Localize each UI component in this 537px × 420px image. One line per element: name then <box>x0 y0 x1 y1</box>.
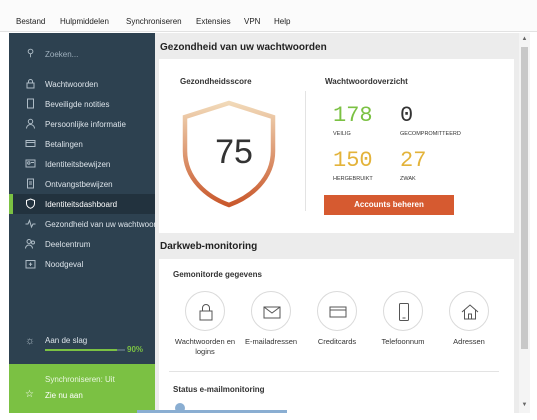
id-card-icon <box>25 158 36 169</box>
scroll-down-icon[interactable]: ▼ <box>519 402 530 408</box>
monitor-passwords[interactable] <box>185 291 225 331</box>
stat-safe-label: Veilig <box>333 131 351 137</box>
credit-card-icon <box>329 306 347 318</box>
progress-fill <box>45 349 117 351</box>
scroll-up-icon[interactable]: ▲ <box>519 36 530 42</box>
search-icon: ⚲ <box>26 48 35 59</box>
sidebar-item-label: Deelcentrum <box>45 240 91 249</box>
star-icon: ☆ <box>25 389 34 400</box>
sidebar-item-deelcentrum[interactable]: Deelcentrum <box>9 234 155 254</box>
monitor-passwords-label: Wachtwoorden en logins <box>174 337 236 356</box>
stat-compromised-label: Gecompromitteerd <box>400 131 461 137</box>
main-content: Gezondheid van uw wachtwoorden Gezondhei… <box>155 33 519 413</box>
share-icon <box>25 238 36 249</box>
sidebar-item-label: Beveiligde notities <box>45 100 110 109</box>
sidebar-item-label: Ontvangstbewijzen <box>45 180 113 189</box>
sidebar-item-persoonlijke-informatie[interactable]: Persoonlijke informatie <box>9 114 155 134</box>
menu-help[interactable]: Help <box>274 17 290 26</box>
sidebar-item-identiteitsbewijzen[interactable]: Identiteitsbewijzen <box>9 154 155 174</box>
getting-started-progress <box>45 349 125 351</box>
darkweb-divider <box>169 371 499 372</box>
stat-weak-value: 27 <box>400 148 427 173</box>
health-section-title: Gezondheid van uw wachtwoorden <box>160 42 327 53</box>
horizontal-scroll-indicator[interactable] <box>137 410 287 413</box>
sync-later-link[interactable]: Zie nu aan <box>45 391 83 400</box>
sidebar-item-label: Wachtwoorden <box>45 80 99 89</box>
monitor-emails[interactable] <box>251 291 291 331</box>
note-icon <box>25 98 36 109</box>
sidebar-item-label: Persoonlijke informatie <box>45 120 126 129</box>
sidebar-item-label: Betalingen <box>45 140 83 149</box>
receipt-icon <box>25 178 36 189</box>
health-score: 75 <box>215 133 253 171</box>
sidebar-item-wachtwoorden[interactable]: Wachtwoorden <box>9 74 155 94</box>
monitor-creditcards[interactable] <box>317 291 357 331</box>
sync-status[interactable]: Synchroniseren: Uit <box>45 375 115 384</box>
stat-safe-value: 178 <box>333 103 373 128</box>
scroll-thumb[interactable] <box>521 47 528 349</box>
monitored-title: Gemonitorde gegevens <box>173 270 262 279</box>
sidebar-item-label: Noodgeval <box>45 260 84 269</box>
stat-weak-label: Zwak <box>400 176 416 182</box>
score-title: Gezondheidsscore <box>180 77 252 86</box>
sidebar: ⚲ Zoeken... Wachtwoorden Beveiligde noti… <box>9 33 161 413</box>
health-card: Gezondheidsscore 75 Wachtwoordoverzicht … <box>159 59 514 233</box>
card-icon <box>25 138 36 149</box>
email-status-title: Status e-mailmonitoring <box>173 385 265 394</box>
stat-compromised-value: 0 <box>400 103 414 128</box>
stat-reused-value: 150 <box>333 148 373 173</box>
padlock-icon <box>199 304 213 321</box>
lightbulb-icon: ☼ <box>25 335 36 347</box>
phone-icon <box>399 303 409 321</box>
sidebar-item-label: Identiteitsdashboard <box>45 200 118 209</box>
menu-bestand[interactable]: Bestand <box>16 17 45 26</box>
sidebar-item-label: Gezondheid van uw wachtwoord <box>45 220 161 229</box>
envelope-icon <box>263 306 281 319</box>
search-field[interactable]: ⚲ Zoeken... <box>9 44 155 64</box>
menu-hulpmiddelen[interactable]: Hulpmiddelen <box>60 17 109 26</box>
person-icon <box>25 118 36 129</box>
getting-started-percent: 90% <box>127 345 144 354</box>
house-icon <box>461 304 479 320</box>
sidebar-item-label: Identiteitsbewijzen <box>45 160 111 169</box>
monitor-emails-label: E-mailadressen <box>244 337 298 346</box>
getting-started-label[interactable]: Aan de slag <box>45 336 87 345</box>
monitor-addresses-label: Adressen <box>453 337 485 346</box>
sidebar-item-identiteitsdashboard[interactable]: Identiteitsdashboard <box>9 194 155 214</box>
card-divider <box>305 91 306 211</box>
menu-bar: Bestand Hulpmiddelen Synchroniseren Exte… <box>0 0 537 32</box>
monitor-creditcards-label: Creditcards <box>317 337 357 346</box>
pulse-icon <box>25 218 36 229</box>
search-placeholder: Zoeken... <box>45 50 79 59</box>
sidebar-item-ontvangstbewijzen[interactable]: Ontvangstbewijzen <box>9 174 155 194</box>
darkweb-section-title: Darkweb-monitoring <box>160 241 258 252</box>
monitor-phone-label: Telefoonnum <box>381 337 425 346</box>
sidebar-item-noodgeval[interactable]: Noodgeval <box>9 254 155 274</box>
menu-synchroniseren[interactable]: Synchroniseren <box>126 17 182 26</box>
menu-extensies[interactable]: Extensies <box>196 17 231 26</box>
sidebar-item-gezondheid[interactable]: Gezondheid van uw wachtwoord <box>9 214 161 234</box>
stat-reused-label: Hergebruikt <box>333 176 373 182</box>
manage-accounts-button[interactable]: Accounts beheren <box>324 195 454 215</box>
menu-vpn[interactable]: VPN <box>244 17 260 26</box>
lock-icon <box>25 78 36 89</box>
monitor-phone[interactable] <box>383 291 423 331</box>
sidebar-item-betalingen[interactable]: Betalingen <box>9 134 155 154</box>
overview-title: Wachtwoordoverzicht <box>325 77 408 86</box>
vertical-scrollbar[interactable]: ▲ ▼ <box>519 33 530 413</box>
emergency-icon <box>25 258 36 269</box>
monitor-addresses[interactable] <box>449 291 489 331</box>
sync-panel: Synchroniseren: Uit ☆ Zie nu aan <box>9 364 155 413</box>
shield-icon <box>25 198 36 209</box>
sidebar-item-beveiligde-notities[interactable]: Beveiligde notities <box>9 94 155 114</box>
